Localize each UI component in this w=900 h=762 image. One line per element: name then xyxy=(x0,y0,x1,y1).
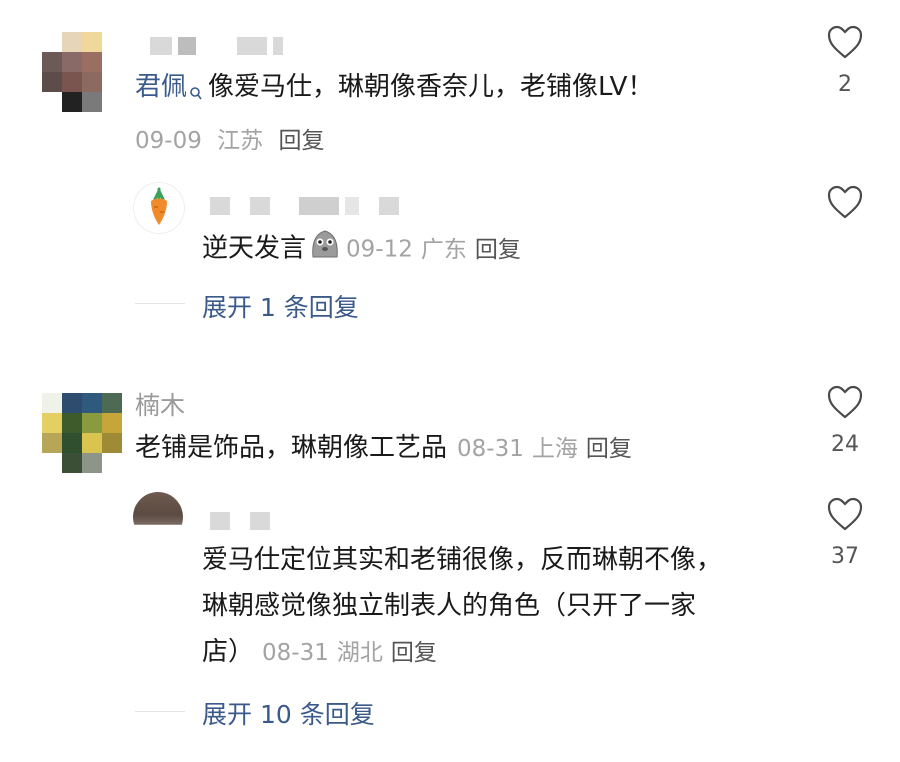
like-button[interactable] xyxy=(826,496,864,536)
blurred-username xyxy=(150,35,289,55)
search-badge-icon xyxy=(190,73,202,100)
blurred-username xyxy=(210,510,276,530)
reply-location: 湖北 xyxy=(336,640,383,666)
comment-author[interactable]: 君佩 xyxy=(135,72,187,102)
reply-button[interactable]: 回复 xyxy=(586,436,632,462)
reply-date: 09-12 xyxy=(346,236,413,263)
expand-divider xyxy=(135,303,185,304)
like-button[interactable] xyxy=(826,24,864,64)
avatar[interactable] xyxy=(42,32,102,112)
like-count: 37 xyxy=(831,544,859,569)
comment-location: 江苏 xyxy=(217,128,264,154)
comment-text: 老铺是饰品，琳朝像工艺品 08-31 上海 回复 xyxy=(135,433,632,463)
heart-icon xyxy=(827,185,863,219)
reply-button[interactable]: 回复 xyxy=(278,128,324,154)
reply-button[interactable]: 回复 xyxy=(391,640,437,666)
reply-text: 爱马仕定位其实和老铺很像，反而琳朝不像， 琳朝感觉像独立制表人的角色（只开了一家… xyxy=(202,545,723,667)
like-button[interactable] xyxy=(826,184,864,224)
comment-date: 08-31 xyxy=(457,436,524,462)
heart-icon xyxy=(827,385,863,419)
heart-icon xyxy=(827,497,863,531)
ghost-emoji-icon xyxy=(308,227,342,271)
comment-author[interactable]: 楠木 xyxy=(135,386,185,422)
carrot-icon xyxy=(151,187,167,225)
like-button[interactable] xyxy=(826,384,864,424)
expand-divider xyxy=(135,711,185,712)
heart-icon xyxy=(827,25,863,59)
like-count: 24 xyxy=(831,432,859,457)
reply-button[interactable]: 回复 xyxy=(475,237,521,263)
reply-date: 08-31 xyxy=(262,640,329,666)
comment-text: 君佩 像爱马仕，琳朝像香奈儿，老铺像LV！ xyxy=(135,72,654,102)
avatar[interactable] xyxy=(133,492,183,542)
expand-replies-button[interactable]: 展开 10 条回复 xyxy=(202,695,375,731)
avatar[interactable] xyxy=(133,182,185,234)
blurred-username xyxy=(210,195,405,215)
avatar[interactable] xyxy=(42,393,122,473)
comment-meta: 09-09 江苏 回复 xyxy=(135,121,324,155)
reply-location: 广东 xyxy=(420,236,467,263)
like-count: 2 xyxy=(838,72,852,97)
comment-location: 上海 xyxy=(531,436,578,462)
reply-text: 逆天发言 09-12 广东 回复 xyxy=(202,227,521,271)
comment-date: 09-09 xyxy=(135,128,202,154)
expand-replies-button[interactable]: 展开 1 条回复 xyxy=(202,288,359,324)
